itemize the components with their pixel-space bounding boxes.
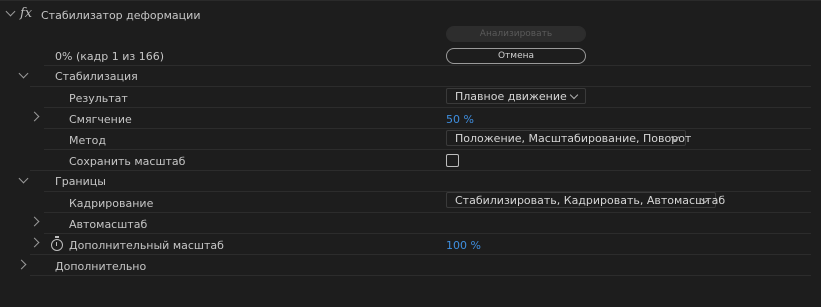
param-label-method: Метод bbox=[69, 134, 107, 147]
result-dropdown[interactable]: Плавное движение bbox=[446, 88, 586, 104]
effect-title: Стабилизатор деформации bbox=[41, 9, 201, 22]
param-label-autoscale: Автомасштаб bbox=[69, 218, 148, 231]
param-row-autoscale: Автомасштаб bbox=[0, 213, 821, 234]
top-border bbox=[0, 0, 821, 1]
analyze-row: Анализировать bbox=[0, 26, 821, 47]
progress-row: 0% (кадр 1 из 166) Отмена bbox=[0, 45, 821, 66]
cancel-button[interactable]: Отмена bbox=[446, 48, 586, 64]
param-row-additional-scale: Дополнительный масштаб 100 % bbox=[0, 234, 821, 255]
chevron-right-icon[interactable] bbox=[16, 259, 27, 270]
param-label-preserve-scale: Сохранить масштаб bbox=[69, 155, 186, 168]
chevron-down-icon[interactable] bbox=[18, 68, 29, 79]
chevron-right-icon[interactable] bbox=[29, 111, 40, 122]
row-separator bbox=[30, 275, 811, 276]
method-dropdown-value: Положение, Масштабирование, Поворот bbox=[455, 132, 692, 145]
framing-dropdown[interactable]: Стабилизировать, Кадрировать, Автомасшта… bbox=[446, 192, 725, 208]
chevron-right-icon[interactable] bbox=[29, 216, 40, 227]
preserve-scale-checkbox[interactable] bbox=[446, 154, 459, 167]
param-label-smoothness: Смягчение bbox=[69, 113, 132, 126]
effect-header-row[interactable]: fx Стабилизатор деформации bbox=[0, 5, 821, 26]
group-label-advanced: Дополнительно bbox=[55, 260, 147, 273]
param-row-method: Метод Положение, Масштабирование, Поворо… bbox=[0, 129, 821, 150]
param-label-additional-scale: Дополнительный масштаб bbox=[69, 239, 224, 252]
group-label-borders: Границы bbox=[55, 175, 106, 188]
group-label-stabilization: Стабилизация bbox=[55, 70, 138, 83]
group-stabilization[interactable]: Стабилизация bbox=[0, 66, 821, 87]
framing-dropdown-value: Стабилизировать, Кадрировать, Автомасшта… bbox=[455, 194, 726, 207]
analyze-button[interactable]: Анализировать bbox=[446, 26, 586, 42]
param-row-smoothness: Смягчение 50 % bbox=[0, 108, 821, 129]
stopwatch-icon[interactable] bbox=[51, 236, 63, 251]
group-borders[interactable]: Границы bbox=[0, 171, 821, 192]
param-row-result: Результат Плавное движение bbox=[0, 87, 821, 108]
chevron-right-icon[interactable] bbox=[29, 237, 40, 248]
param-label-result: Результат bbox=[69, 92, 128, 105]
progress-text: 0% (кадр 1 из 166) bbox=[55, 50, 164, 63]
chevron-down-icon[interactable] bbox=[18, 173, 29, 184]
chevron-down-icon[interactable] bbox=[5, 6, 16, 17]
result-dropdown-value: Плавное движение bbox=[455, 90, 567, 103]
additional-scale-value[interactable]: 100 % bbox=[446, 239, 481, 252]
method-dropdown[interactable]: Положение, Масштабирование, Поворот bbox=[446, 130, 691, 146]
smoothness-value[interactable]: 50 % bbox=[446, 113, 474, 126]
param-row-framing: Кадрирование Стабилизировать, Кадрироват… bbox=[0, 192, 821, 213]
param-label-framing: Кадрирование bbox=[69, 197, 154, 210]
group-advanced[interactable]: Дополнительно bbox=[0, 255, 821, 276]
chevron-down-icon bbox=[569, 90, 579, 100]
param-row-preserve-scale: Сохранить масштаб bbox=[0, 150, 821, 171]
fx-icon[interactable]: fx bbox=[20, 6, 32, 21]
